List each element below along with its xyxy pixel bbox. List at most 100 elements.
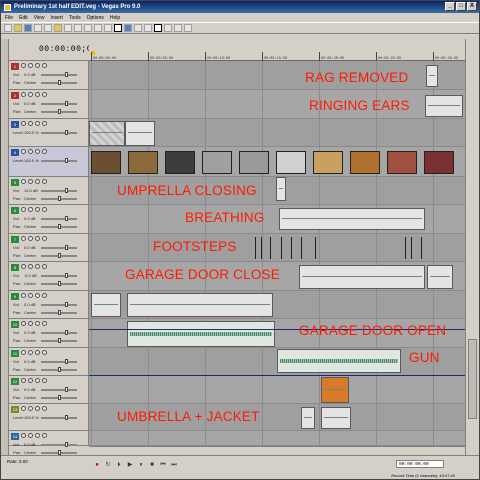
volume-slider[interactable] — [41, 72, 77, 77]
automation-icon[interactable] — [21, 63, 26, 68]
track-lane[interactable] — [89, 431, 465, 446]
menu-view[interactable]: View — [34, 15, 45, 21]
pan-slider[interactable] — [41, 367, 77, 372]
fx-icon[interactable] — [28, 236, 33, 241]
volume-slider-knob[interactable] — [65, 302, 68, 307]
video-clip[interactable] — [321, 377, 349, 403]
pan-slider-knob[interactable] — [58, 310, 61, 315]
volume-slider-knob[interactable] — [65, 359, 68, 364]
paste-icon[interactable] — [84, 24, 92, 32]
cut-icon[interactable] — [64, 24, 72, 32]
automation-icon[interactable] — [21, 92, 26, 97]
pan-slider-knob[interactable] — [58, 196, 61, 201]
track-lane[interactable] — [89, 376, 465, 404]
video-thumbnail[interactable] — [128, 151, 158, 174]
pan-slider[interactable] — [41, 196, 77, 201]
minimize-button[interactable]: _ — [445, 2, 455, 11]
pan-slider-knob[interactable] — [58, 109, 61, 114]
audio-clip[interactable] — [276, 177, 286, 201]
volume-slider-knob[interactable] — [65, 245, 68, 250]
volume-slider[interactable] — [41, 359, 77, 364]
solo-icon[interactable] — [42, 207, 47, 212]
solo-icon[interactable] — [42, 406, 47, 411]
pan-slider[interactable] — [41, 253, 77, 258]
pan-slider-knob[interactable] — [58, 338, 61, 343]
menu-options[interactable]: Options — [87, 15, 104, 21]
solo-icon[interactable] — [42, 378, 47, 383]
go-to-start-icon[interactable]: ⏮ — [159, 461, 167, 469]
undo-icon[interactable] — [94, 24, 102, 32]
volume-slider-knob[interactable] — [65, 158, 68, 163]
footstep-clip[interactable] — [405, 237, 406, 259]
auto-ripple-icon[interactable] — [164, 24, 172, 32]
pan-slider[interactable] — [41, 281, 77, 286]
stop-icon[interactable]: ■ — [148, 461, 156, 469]
mute-icon[interactable] — [35, 121, 40, 126]
menu-file[interactable]: File — [5, 15, 13, 21]
mute-icon[interactable] — [35, 350, 40, 355]
volume-slider[interactable] — [41, 188, 77, 193]
volume-slider[interactable] — [41, 330, 77, 335]
volume-slider-knob[interactable] — [65, 330, 68, 335]
video-thumbnail[interactable] — [387, 151, 417, 174]
pan-slider-knob[interactable] — [58, 367, 61, 372]
solo-icon[interactable] — [42, 121, 47, 126]
copy-icon[interactable] — [74, 24, 82, 32]
play-icon[interactable]: ▶ — [126, 461, 134, 469]
audio-clip[interactable] — [127, 293, 273, 317]
track-header[interactable]: 5 Vol: 12.0 dB Pan: Center — [9, 177, 89, 205]
video-thumbnail[interactable] — [91, 151, 121, 174]
pan-slider-knob[interactable] — [58, 224, 61, 229]
solo-icon[interactable] — [42, 92, 47, 97]
zoom-tool-icon[interactable] — [144, 24, 152, 32]
audio-clip[interactable] — [127, 321, 275, 347]
mute-icon[interactable] — [35, 321, 40, 326]
pan-slider-knob[interactable] — [58, 395, 61, 400]
volume-slider[interactable] — [41, 415, 77, 420]
automation-icon[interactable] — [21, 264, 26, 269]
audio-clip[interactable] — [425, 95, 463, 117]
volume-slider[interactable] — [41, 273, 77, 278]
footstep-clip[interactable] — [315, 237, 316, 259]
track-lane[interactable] — [89, 61, 465, 90]
footstep-clip[interactable] — [411, 237, 412, 259]
horizontal-scrollbar[interactable] — [89, 446, 465, 455]
audio-clip[interactable] — [279, 208, 425, 230]
render-icon[interactable] — [44, 24, 52, 32]
automation-icon[interactable] — [21, 293, 26, 298]
mute-icon[interactable] — [35, 406, 40, 411]
track-lane[interactable] — [89, 234, 465, 262]
volume-slider-knob[interactable] — [65, 188, 68, 193]
mute-icon[interactable] — [35, 207, 40, 212]
menu-tools[interactable]: Tools — [69, 15, 81, 21]
mute-icon[interactable] — [35, 149, 40, 154]
fx-icon[interactable] — [28, 321, 33, 326]
audio-clip[interactable] — [426, 65, 438, 87]
track-header[interactable]: 10 Vol: 0.0 dB Pan: Center — [9, 319, 89, 348]
footstep-clip[interactable] — [270, 237, 271, 259]
volume-slider-knob[interactable] — [65, 415, 68, 420]
track-header[interactable]: 2 Vol: 0.0 dB Pan: Center — [9, 90, 89, 119]
pan-slider-knob[interactable] — [58, 253, 61, 258]
solo-icon[interactable] — [42, 149, 47, 154]
volume-slider-knob[interactable] — [65, 387, 68, 392]
solo-icon[interactable] — [42, 350, 47, 355]
video-thumbnail[interactable] — [165, 151, 195, 174]
time-ruler[interactable]: 00:00:00:00 00:00:05:00 00:00:10:00 00:00:1… — [89, 39, 465, 61]
snapping-icon[interactable] — [154, 24, 162, 32]
video-thumbnail[interactable] — [276, 151, 306, 174]
mute-icon[interactable] — [35, 236, 40, 241]
new-file-icon[interactable] — [4, 24, 12, 32]
fx-icon[interactable] — [28, 433, 33, 438]
volume-slider[interactable] — [41, 302, 77, 307]
automation-icon[interactable] — [21, 321, 26, 326]
vertical-scroll-thumb[interactable] — [468, 339, 477, 419]
volume-slider-knob[interactable] — [65, 442, 68, 447]
video-thumbnail[interactable] — [202, 151, 232, 174]
solo-icon[interactable] — [42, 264, 47, 269]
fx-icon[interactable] — [28, 378, 33, 383]
volume-slider[interactable] — [41, 130, 77, 135]
track-header[interactable]: 9 Vol: 0.0 dB Pan: Center — [9, 291, 89, 319]
mute-icon[interactable] — [35, 92, 40, 97]
fx-icon[interactable] — [28, 264, 33, 269]
